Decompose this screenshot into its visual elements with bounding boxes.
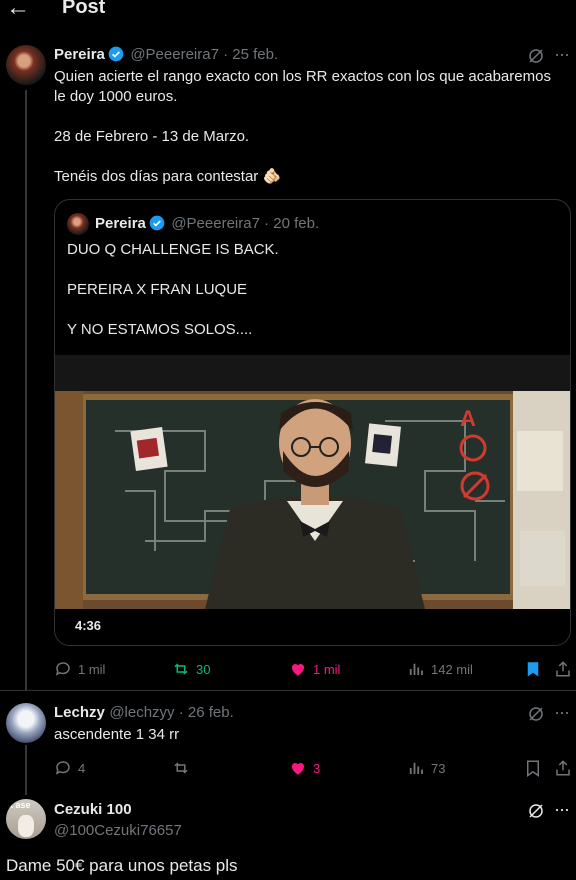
views-button[interactable]: 73 — [407, 759, 445, 777]
video-frame-image: A — [55, 391, 570, 609]
reply-text: ascendente 1 34 rr — [54, 726, 180, 743]
page-title: Post — [62, 0, 106, 18]
post-meta: Pereira @Peeereira7 · 25 feb. — [54, 46, 278, 64]
svg-text:A: A — [460, 406, 476, 431]
share-icon[interactable] — [554, 660, 572, 678]
like-count: 1 mil — [313, 661, 341, 677]
more-icon[interactable]: ··· — [554, 702, 570, 723]
like-count: 3 — [313, 760, 321, 776]
views-chart-icon — [409, 663, 423, 675]
repost-icon — [174, 663, 188, 675]
author-name[interactable]: Lechzy — [54, 704, 105, 721]
quote-meta: Pereira @Peeereira7 · 20 feb. — [95, 215, 319, 233]
like-button[interactable]: 1 mil — [289, 660, 340, 678]
like-button[interactable]: 3 — [289, 759, 320, 777]
repost-icon — [174, 762, 188, 774]
avatar — [67, 213, 89, 235]
reply-text: Dame 50€ para unos petas pls — [6, 856, 238, 875]
reply-icon — [55, 662, 70, 676]
views-chart-icon — [409, 762, 423, 774]
back-arrow-icon[interactable]: ← — [6, 0, 30, 22]
author-handle[interactable]: @100Cezuki76657 — [54, 822, 182, 839]
views-count: 142 mil — [431, 661, 473, 677]
video-letterbox — [55, 355, 570, 391]
views-count: 73 — [431, 760, 446, 776]
heart-icon — [291, 762, 305, 775]
verified-badge-icon — [149, 215, 165, 231]
share-icon[interactable] — [554, 759, 572, 777]
heart-icon — [291, 663, 305, 676]
more-icon[interactable]: ··· — [554, 799, 570, 820]
thread-line — [25, 745, 27, 795]
video-thumbnail[interactable]: A — [55, 391, 570, 609]
quote-handle-date: @Peeereira7 · 20 feb. — [171, 215, 320, 232]
repost-button[interactable]: 30 — [172, 660, 210, 678]
thread-line — [25, 90, 27, 690]
author-handle-date[interactable]: @Peeereira7 · 25 feb. — [130, 46, 278, 63]
reply-meta: Lechzy @lechzyy · 26 feb. — [54, 704, 234, 722]
reply-count: 1 mil — [78, 661, 106, 677]
reply-count: 4 — [78, 760, 86, 776]
author-name[interactable]: Pereira — [54, 46, 105, 63]
post-text: Quien acierte el rango exacto con los RR… — [54, 68, 551, 185]
author-name[interactable]: Cezuki 100 — [54, 801, 132, 818]
avatar[interactable] — [6, 45, 46, 85]
more-icon[interactable]: ··· — [554, 44, 570, 65]
author-handle-date[interactable]: @lechzyy · 26 feb. — [109, 704, 233, 721]
quoted-post[interactable]: Pereira @Peeereira7 · 20 feb. DUO Q CHAL… — [54, 199, 571, 646]
bookmark-icon[interactable] — [524, 660, 542, 678]
avatar[interactable]: k ase — [6, 799, 46, 839]
views-button[interactable]: 142 mil — [407, 660, 473, 678]
grok-icon[interactable] — [527, 802, 545, 820]
video-controls: 4:36 — [55, 609, 570, 645]
reply-button[interactable]: 1 mil — [54, 660, 105, 678]
avatar[interactable] — [6, 703, 46, 743]
divider — [0, 690, 576, 691]
quote-text: DUO Q CHALLENGE IS BACK. PEREIRA X FRAN … — [67, 241, 279, 338]
repost-count: 30 — [196, 661, 211, 677]
grok-icon[interactable] — [527, 705, 545, 723]
reply-icon — [55, 761, 70, 775]
video-duration: 4:36 — [75, 618, 102, 633]
grok-icon[interactable] — [527, 47, 545, 65]
bookmark-icon[interactable] — [524, 759, 542, 777]
verified-badge-icon — [108, 46, 124, 62]
quote-author-name: Pereira — [95, 215, 146, 232]
top-bar: ← Post — [0, 0, 576, 24]
repost-button[interactable] — [172, 759, 196, 777]
avatar-text: k ase — [8, 800, 31, 810]
reply-button[interactable]: 4 — [54, 759, 85, 777]
